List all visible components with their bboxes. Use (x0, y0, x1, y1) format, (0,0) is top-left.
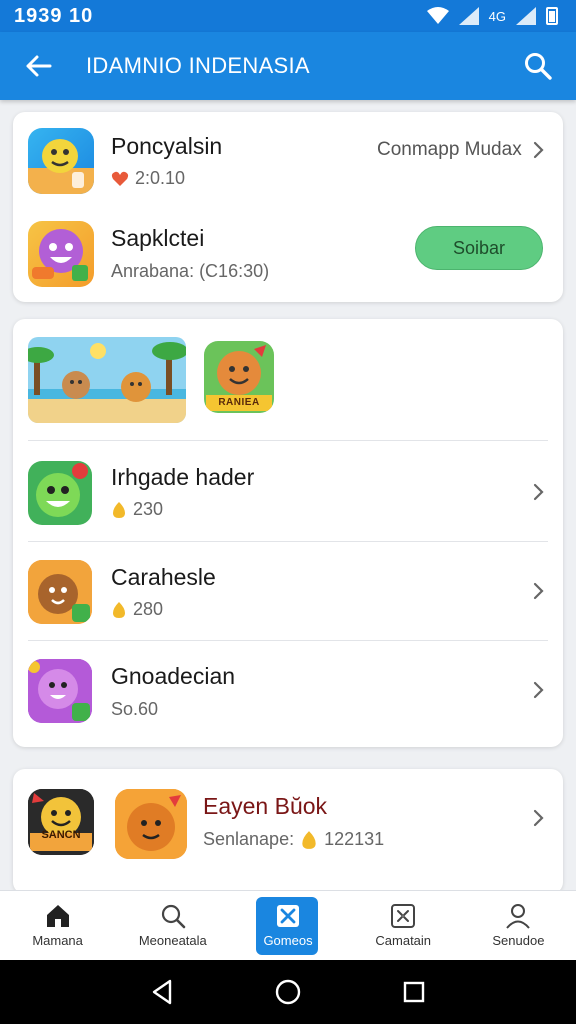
nav-item-profile[interactable]: Senudoe (461, 891, 576, 960)
promo-card[interactable]: SANCN Eayen Bŭok Senlanape: 122131 (13, 769, 563, 894)
game-icon-label: SANCN (41, 829, 81, 841)
back-arrow-icon[interactable] (8, 32, 68, 100)
status-bar: 1939 10 4G (0, 0, 576, 32)
app-name: Poncyalsin (111, 133, 223, 159)
app-meta: 280 (111, 599, 163, 620)
nav-item-search[interactable]: Meoneatala (115, 891, 230, 960)
network-label: 4G (488, 8, 506, 24)
game-icon-label: RANIEA (218, 397, 260, 408)
home-icon (46, 905, 69, 927)
list-item[interactable]: Poncyalsin 2:0.10 Conmapp Mudax (13, 112, 563, 207)
app-icon (28, 221, 94, 287)
nav-label: Mamana (32, 933, 83, 948)
system-nav (0, 960, 576, 1024)
app-meta: 230 (111, 499, 163, 520)
app-name: Gnoadecian (111, 663, 236, 689)
more-link[interactable]: Conmapp Mudax (377, 139, 522, 161)
status-icons: 4G (426, 7, 558, 25)
signal-icon (458, 7, 479, 25)
coin-icon (113, 601, 125, 618)
app-meta-value: 122131 (324, 829, 385, 849)
app-icon (28, 560, 92, 624)
app-meta: Anrabana: (C16:30) (111, 261, 270, 281)
game-icon[interactable]: RANIEA (204, 341, 274, 413)
nav-label: Camatain (375, 933, 432, 948)
app-meta: So.60 (111, 699, 159, 719)
app-name: Eayen Bŭok (203, 793, 328, 819)
bottom-nav: Mamana Meoneatala Gomeos Camatain Senudo… (0, 890, 576, 960)
chevron-right-icon (533, 141, 544, 159)
page-title: IDAMNIO INDENASIA (86, 53, 310, 78)
games-icon (277, 905, 299, 927)
games-card: RANIEA Irhgade hader 230 Carahesle 280 G… (13, 319, 563, 747)
nav-item-camera[interactable]: Camatain (346, 891, 461, 960)
action-button[interactable]: Soibar (415, 226, 543, 270)
coin-icon (302, 830, 316, 849)
game-banner-image[interactable] (28, 337, 186, 423)
user-icon (506, 904, 531, 929)
featured-card: Poncyalsin 2:0.10 Conmapp Mudax Sapklcte… (13, 112, 563, 302)
app-icon (28, 659, 92, 723)
search-icon[interactable] (506, 32, 570, 100)
app-meta-label: Senlanape: (203, 829, 295, 849)
status-time: 1939 10 (14, 4, 94, 27)
nav-label: Gomeos (263, 933, 313, 948)
game-icon (115, 789, 187, 859)
list-item[interactable]: Irhgade hader 230 (13, 441, 563, 541)
app-icon (28, 461, 92, 525)
app-meta-value: 2:0.10 (135, 168, 186, 188)
app-meta: Senlanape: 122131 (203, 829, 384, 850)
chevron-right-icon (533, 582, 544, 600)
app-name: Carahesle (111, 564, 216, 590)
search-icon (161, 904, 186, 929)
battery-icon (546, 7, 558, 25)
nav-item-games[interactable]: Gomeos (230, 891, 345, 960)
list-item[interactable]: Gnoadecian So.60 (13, 641, 563, 747)
app-meta-value: 230 (133, 499, 164, 519)
signal-icon-2 (516, 7, 536, 25)
list-item[interactable]: Sapklctei Anrabana: (C16:30) Soibar (13, 207, 563, 302)
app-meta-value: 280 (133, 599, 164, 619)
chevron-right-icon (533, 483, 544, 501)
gamepad-icon (391, 904, 416, 928)
chevron-right-icon (533, 809, 544, 827)
app-name: Irhgade hader (111, 464, 255, 490)
recents-square-icon[interactable] (402, 980, 426, 1004)
app-icon (28, 128, 94, 194)
nav-label: Meoneatala (138, 933, 207, 948)
app-name: Sapklctei (111, 225, 205, 251)
nav-item-home[interactable]: Mamana (0, 891, 115, 960)
app-bar: IDAMNIO INDENASIA (0, 32, 576, 100)
home-circle-icon[interactable] (274, 978, 302, 1006)
wifi-icon (426, 7, 449, 24)
back-triangle-icon[interactable] (150, 979, 174, 1005)
banner-row: RANIEA (13, 319, 563, 440)
coin-icon (113, 501, 125, 518)
heart-icon (111, 171, 129, 186)
nav-label: Senudoe (492, 933, 545, 948)
list-item[interactable]: Carahesle 280 (13, 542, 563, 640)
app-meta: 2:0.10 (111, 168, 185, 189)
game-icon: SANCN (28, 789, 94, 855)
chevron-right-icon (533, 681, 544, 699)
